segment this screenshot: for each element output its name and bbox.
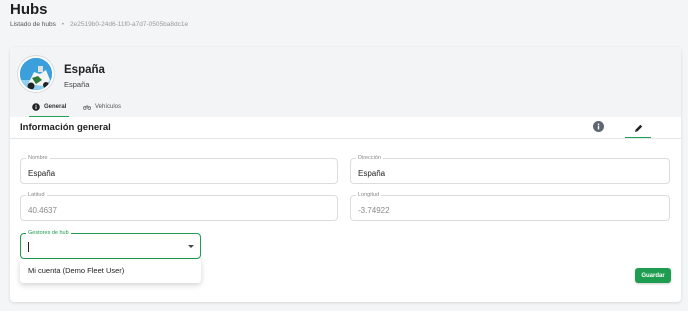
bicycle-icon bbox=[83, 103, 91, 111]
tab-general[interactable]: General bbox=[28, 99, 70, 118]
gestores-label: Gestores de hub bbox=[26, 230, 71, 237]
hub-avatar bbox=[18, 56, 54, 92]
longitud-label: Longitud bbox=[356, 192, 382, 199]
breadcrumb-parent[interactable]: Listado de hubs bbox=[10, 21, 56, 28]
breadcrumb-separator: • bbox=[61, 21, 65, 28]
hub-subtitle: España bbox=[64, 80, 90, 89]
chevron-down-icon[interactable] bbox=[188, 245, 194, 248]
page-title: Hubs bbox=[10, 1, 48, 18]
hub-header: España España General Vehículos bbox=[10, 47, 681, 118]
dropdown-option[interactable]: Mi cuenta (Demo Fleet User) bbox=[28, 266, 124, 275]
info-button[interactable] bbox=[593, 121, 604, 132]
gestores-select[interactable]: Gestores de hub bbox=[20, 230, 201, 259]
save-button[interactable]: Guardar bbox=[635, 268, 671, 283]
section-bar: Información general bbox=[10, 117, 681, 139]
gestores-dropdown-menu: Mi cuenta (Demo Fleet User) bbox=[20, 259, 201, 283]
info-icon bbox=[32, 103, 40, 111]
latitud-field: Latitud 40.4637 bbox=[20, 192, 338, 221]
longitud-value: -3.74922 bbox=[358, 206, 390, 215]
direccion-label: Dirección bbox=[356, 155, 383, 162]
breadcrumb-current: 2e2519b0-24d6-11f0-a7d7-0505ba8dc1e bbox=[70, 21, 189, 28]
nombre-label: Nombre bbox=[26, 155, 50, 162]
hub-card: España España General Vehículos Informac… bbox=[10, 47, 681, 302]
tab-vehiculos[interactable]: Vehículos bbox=[83, 99, 121, 115]
latitud-label: Latitud bbox=[26, 192, 47, 199]
vehicle-photo-icon bbox=[20, 58, 52, 90]
breadcrumb: Listado de hubs • 2e2519b0-24d6-11f0-a7d… bbox=[10, 21, 188, 28]
pencil-icon bbox=[634, 124, 642, 132]
direccion-value: España bbox=[358, 169, 386, 178]
tab-general-label: General bbox=[44, 104, 67, 110]
longitud-field: Longitud -3.74922 bbox=[350, 192, 670, 221]
nombre-value: España bbox=[28, 169, 56, 178]
direccion-field[interactable]: Dirección España bbox=[350, 155, 670, 184]
edit-button[interactable] bbox=[625, 119, 651, 138]
nombre-field[interactable]: Nombre España bbox=[20, 155, 338, 184]
hub-name: España bbox=[64, 64, 105, 76]
text-caret bbox=[28, 242, 29, 252]
tab-vehiculos-label: Vehículos bbox=[95, 104, 122, 110]
info-icon bbox=[597, 123, 600, 130]
section-title: Información general bbox=[20, 122, 111, 133]
latitud-value: 40.4637 bbox=[28, 206, 57, 215]
